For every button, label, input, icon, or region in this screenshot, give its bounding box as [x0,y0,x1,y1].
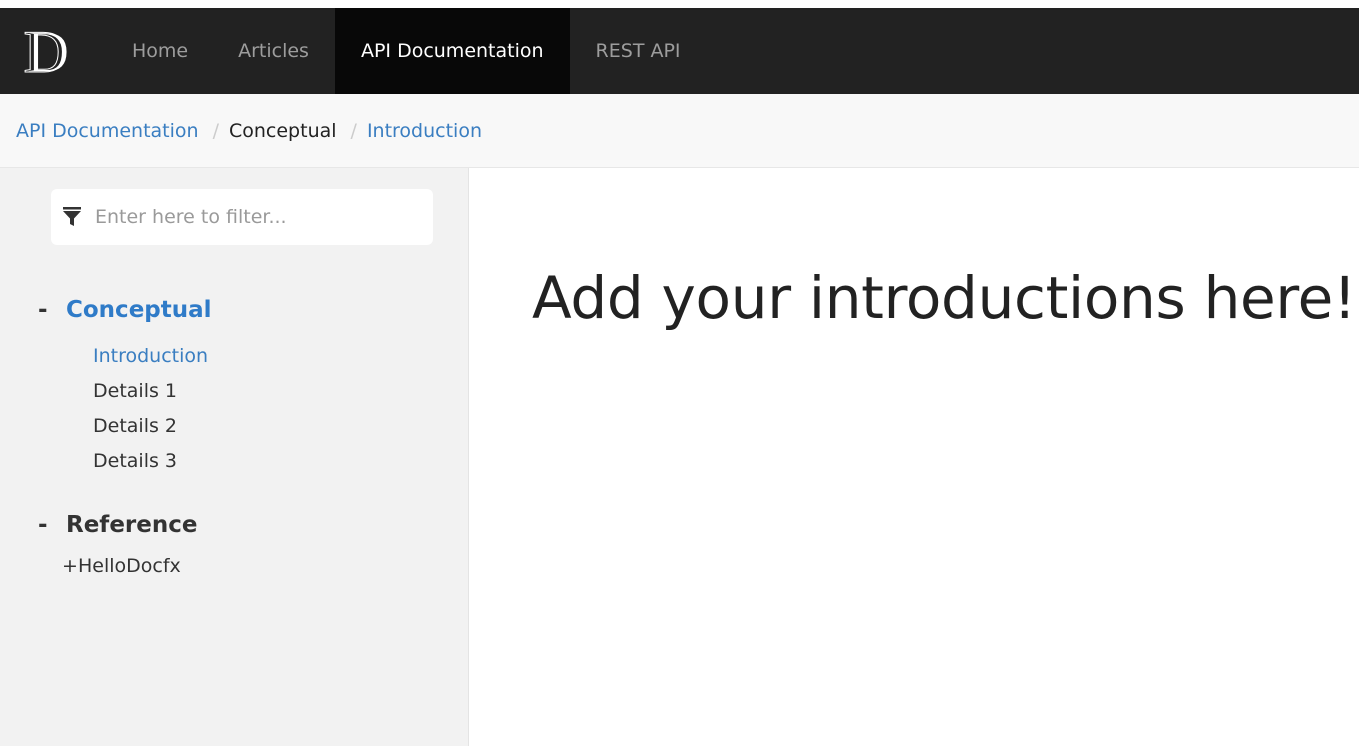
toc-item-details-2[interactable]: Details 2 [93,409,458,444]
breadcrumb-introduction[interactable]: Introduction [367,120,482,142]
toc-children-conceptual: Introduction Details 1 Details 2 Details… [38,339,458,479]
expand-toggle[interactable]: + [62,555,78,577]
toc-group-title-reference[interactable]: Reference [66,512,197,538]
collapse-toggle[interactable]: - [38,512,66,538]
docfx-logo[interactable]: D D [0,8,95,94]
toc-filter [51,189,433,245]
breadcrumb-separator: / [350,119,357,142]
main-nav: Home Articles API Documentation REST API [95,8,707,94]
breadcrumb-api-documentation[interactable]: API Documentation [16,120,199,142]
sidebar-toc: - Conceptual Introduction Details 1 Deta… [0,168,469,746]
collapse-toggle[interactable]: - [38,297,66,323]
toc-item-details-3[interactable]: Details 3 [93,444,458,479]
toc-item-details-1[interactable]: Details 1 [93,374,458,409]
toc-group-header-conceptual[interactable]: - Conceptual [38,294,458,326]
breadcrumb-separator: / [212,119,219,142]
nav-item-home[interactable]: Home [95,8,212,94]
toc-group-header-reference[interactable]: - Reference [38,509,458,541]
toc-group-conceptual: - Conceptual Introduction Details 1 Deta… [38,294,458,479]
toc-item-hellodocfx[interactable]: + HelloDocfx [38,555,458,577]
toc-group-reference: - Reference + HelloDocfx [38,509,458,577]
nav-item-rest-api[interactable]: REST API [570,8,707,94]
breadcrumb-conceptual: Conceptual [228,119,337,142]
toc-tree: - Conceptual Introduction Details 1 Deta… [38,294,458,577]
page-title: Add your introductions here! [532,264,1357,332]
logo-outline: D [23,23,66,79]
top-navbar: D D Home Articles API Documentation REST… [0,8,1359,94]
nav-item-articles[interactable]: Articles [212,8,335,94]
toc-item-introduction[interactable]: Introduction [93,339,458,374]
docfx-logo-icon: D D [22,23,70,79]
nav-item-api-documentation[interactable]: API Documentation [334,8,570,94]
toc-filter-input[interactable] [95,206,425,228]
toc-group-title-conceptual[interactable]: Conceptual [66,297,212,323]
article-content: Add your introductions here! [470,168,1359,746]
breadcrumb: API Documentation / Conceptual / Introdu… [0,94,1359,168]
toc-item-hellodocfx-label[interactable]: HelloDocfx [78,555,181,577]
filter-icon [61,206,83,228]
